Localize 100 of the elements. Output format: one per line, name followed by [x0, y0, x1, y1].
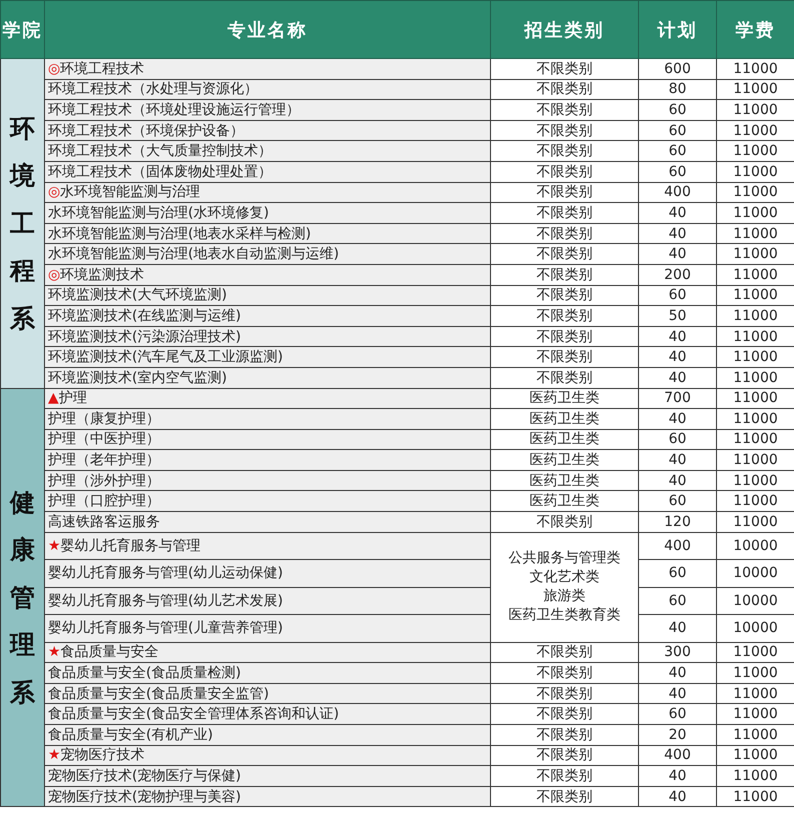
category-cell: 医药卫生类	[490, 490, 638, 512]
major-name-cell: 环境监测技术(污染源治理技术)	[44, 326, 490, 347]
plan-cell: 700	[638, 388, 716, 409]
major-name-cell: 环境工程技术（固体废物处理处置）	[44, 161, 490, 182]
category-cell: 不限类别	[490, 120, 638, 141]
fee-cell: 11000	[716, 704, 794, 725]
plan-cell: 400	[638, 745, 716, 766]
fee-cell: 11000	[716, 470, 794, 491]
column-header: 学院	[0, 0, 44, 58]
fee-cell: 11000	[716, 745, 794, 766]
plan-cell: 60	[638, 704, 716, 725]
fee-cell: 11000	[716, 662, 794, 684]
plan-cell: 60	[638, 140, 716, 162]
fee-cell: 11000	[716, 182, 794, 203]
plan-cell: 40	[638, 244, 716, 264]
category-cell: 不限类别	[490, 244, 638, 264]
major-name-cell: 环境监测技术(大气环境监测)	[44, 285, 490, 306]
major-name-cell: 高速铁路客运服务	[44, 512, 490, 532]
major-name-cell: ★宠物医疗技术	[44, 745, 490, 766]
fee-cell: 11000	[716, 408, 794, 430]
major-name-cell: 护理（康复护理）	[44, 408, 490, 430]
fee-cell: 11000	[716, 79, 794, 100]
column-header: 招生类别	[490, 0, 638, 58]
major-name-cell: 环境监测技术(汽车尾气及工业源监测)	[44, 346, 490, 368]
major-name-cell: 水环境智能监测与治理(地表水采样与检测)	[44, 223, 490, 244]
plan-cell: 40	[638, 367, 716, 388]
department-name: 健康管理系	[10, 486, 35, 709]
major-name-cell: 环境监测技术(室内空气监测)	[44, 367, 490, 388]
fee-cell: 11000	[716, 642, 794, 663]
fee-cell: 11000	[716, 244, 794, 264]
category-cell: 医药卫生类	[490, 429, 638, 450]
major-name-cell: 水环境智能监测与治理(地表水自动监测与运维)	[44, 244, 490, 264]
plan-cell: 60	[638, 161, 716, 182]
category-cell: 不限类别	[490, 100, 638, 120]
plan-cell: 60	[638, 429, 716, 450]
major-name-cell: 环境工程技术（水处理与资源化）	[44, 79, 490, 100]
category-cell: 不限类别	[490, 326, 638, 347]
plan-cell: 40	[638, 202, 716, 224]
major-name-cell: 宠物医疗技术(宠物护理与美容)	[44, 786, 490, 807]
plan-cell: 80	[638, 79, 716, 100]
fee-cell: 10000	[716, 560, 794, 588]
major-name-cell: 环境工程技术（环境保护设备）	[44, 120, 490, 141]
plan-cell: 40	[638, 408, 716, 430]
plan-cell: 40	[638, 470, 716, 491]
category-cell: 医药卫生类	[490, 408, 638, 430]
fee-cell: 11000	[716, 202, 794, 224]
category-cell: 不限类别	[490, 766, 638, 786]
major-name-cell: 婴幼儿托育服务与管理(儿童营养管理)	[44, 614, 490, 642]
plan-cell: 60	[638, 285, 716, 306]
major-name-cell: 食品质量与安全(食品质量检测)	[44, 662, 490, 684]
category-cell: 不限类别	[490, 140, 638, 162]
column-header: 计划	[638, 0, 716, 58]
fee-cell: 11000	[716, 512, 794, 532]
plan-cell: 300	[638, 642, 716, 663]
fee-cell: 11000	[716, 388, 794, 409]
department-name: 环境工程系	[10, 112, 35, 334]
fee-cell: 11000	[716, 786, 794, 807]
category-cell: 公共服务与管理类 文化艺术类 旅游类 医药卫生类教育类	[490, 532, 638, 642]
plan-cell: 60	[638, 560, 716, 588]
major-name-cell: 婴幼儿托育服务与管理(幼儿运动保健)	[44, 560, 490, 588]
category-cell: 不限类别	[490, 264, 638, 286]
fee-cell: 11000	[716, 285, 794, 306]
category-cell: 不限类别	[490, 285, 638, 306]
major-name-cell: 环境工程技术（大气质量控制技术）	[44, 140, 490, 162]
plan-cell: 40	[638, 326, 716, 347]
major-name-cell: ◎环境监测技术	[44, 264, 490, 286]
plan-cell: 40	[638, 614, 716, 642]
category-cell: 不限类别	[490, 367, 638, 388]
plan-cell: 400	[638, 182, 716, 203]
fee-cell: 10000	[716, 532, 794, 560]
fee-cell: 11000	[716, 264, 794, 286]
major-name-cell: 宠物医疗技术(宠物医疗与保健)	[44, 766, 490, 786]
category-cell: 不限类别	[490, 306, 638, 326]
plan-cell: 60	[638, 100, 716, 120]
category-cell: 不限类别	[490, 662, 638, 684]
category-cell: 不限类别	[490, 79, 638, 100]
column-header: 学费	[716, 0, 794, 58]
fee-cell: 11000	[716, 161, 794, 182]
plan-cell: 50	[638, 306, 716, 326]
fee-cell: 11000	[716, 306, 794, 326]
plan-cell: 40	[638, 683, 716, 704]
fee-cell: 10000	[716, 614, 794, 642]
major-name-cell: 水环境智能监测与治理(水环境修复)	[44, 202, 490, 224]
category-cell: 医药卫生类	[490, 470, 638, 491]
plan-cell: 120	[638, 512, 716, 532]
plan-cell: 200	[638, 264, 716, 286]
major-name-cell: ★婴幼儿托育服务与管理	[44, 532, 490, 560]
fee-cell: 11000	[716, 724, 794, 746]
fee-cell: 11000	[716, 346, 794, 368]
fee-cell: 11000	[716, 429, 794, 450]
major-name-cell: ▲护理	[44, 388, 490, 409]
major-name-cell: 护理（涉外护理）	[44, 470, 490, 491]
category-cell: 不限类别	[490, 683, 638, 704]
major-name-cell: 婴幼儿托育服务与管理(幼儿艺术发展)	[44, 587, 490, 615]
category-cell: 不限类别	[490, 642, 638, 663]
plan-cell: 60	[638, 587, 716, 615]
plan-cell: 60	[638, 120, 716, 141]
major-name-cell: 护理（中医护理）	[44, 429, 490, 450]
category-cell: 医药卫生类	[490, 388, 638, 409]
fee-cell: 10000	[716, 587, 794, 615]
